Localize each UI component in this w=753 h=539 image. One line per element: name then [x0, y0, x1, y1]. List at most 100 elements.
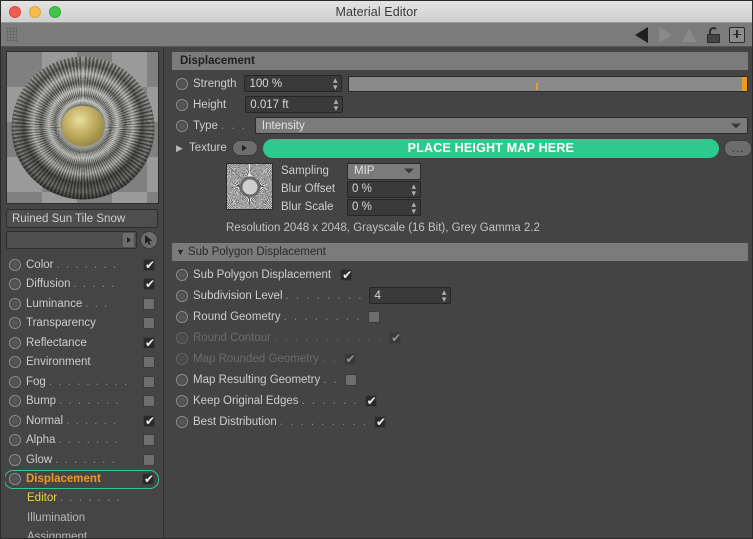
chevron-down-icon	[404, 168, 414, 174]
spd-row-best-distribution: Best Distribution. . . . . . . . .	[164, 411, 752, 432]
channel-item-alpha[interactable]: Alpha. . . . . . .	[5, 431, 159, 451]
channel-checkbox[interactable]	[143, 335, 156, 351]
strength-stepper[interactable]: ▴ ▾	[333, 76, 338, 92]
spd-checkbox[interactable]	[340, 267, 353, 283]
spd-radio[interactable]	[176, 373, 188, 386]
channel-item-diffusion[interactable]: Diffusion. . . . .	[5, 275, 159, 295]
spd-checkbox[interactable]	[374, 414, 387, 430]
plus-button[interactable]	[725, 25, 749, 45]
channel-radio[interactable]	[9, 395, 21, 408]
channel-checkbox[interactable]	[143, 434, 155, 447]
channel-checkbox[interactable]	[143, 356, 155, 369]
spd-radio[interactable]	[176, 268, 188, 281]
spd-radio[interactable]	[176, 394, 188, 407]
spd-radio[interactable]	[176, 415, 188, 428]
spd-radio[interactable]	[176, 289, 188, 302]
channel-label: Glow	[26, 453, 53, 466]
channel-item-glow[interactable]: Glow. . . . . . .	[5, 450, 159, 470]
channel-item-displacement[interactable]: Displacement	[5, 469, 159, 489]
strength-radio[interactable]	[176, 77, 188, 90]
texture-more-button[interactable]: ...	[724, 139, 752, 157]
subdivision-level-input[interactable]: 4 ▴ ▾	[369, 287, 452, 304]
channel-checkbox[interactable]	[143, 317, 155, 330]
channel-checkbox[interactable]	[143, 276, 156, 292]
search-dropdown-arrow-icon[interactable]	[123, 233, 134, 247]
channel-item-color[interactable]: Color. . . . . . .	[5, 255, 159, 275]
back-arrow-icon[interactable]	[629, 25, 653, 45]
blur-scale-stepper[interactable]: ▴ ▾	[411, 199, 416, 215]
height-input[interactable]: 0.017 ft ▴ ▾	[245, 96, 344, 113]
place-height-map-banner[interactable]: PLACE HEIGHT MAP HERE	[262, 138, 719, 158]
blur-scale-value: 0 %	[352, 201, 372, 213]
channel-checkbox[interactable]	[143, 375, 155, 388]
channel-checkbox[interactable]	[143, 257, 156, 273]
grip-handle-icon[interactable]	[6, 27, 17, 42]
channel-label: Bump	[26, 395, 57, 408]
strength-input[interactable]: 100 % ▴ ▾	[244, 75, 343, 92]
lock-icon[interactable]	[701, 25, 725, 45]
channel-item-reflectance[interactable]: Reflectance	[5, 333, 159, 353]
sub-item-dots: . . . . . . .	[60, 492, 122, 505]
strength-value: 100 %	[249, 77, 283, 90]
channel-item-environment[interactable]: Environment	[5, 353, 159, 373]
pick-cursor-icon[interactable]	[140, 231, 158, 249]
channel-checkbox[interactable]	[143, 297, 155, 310]
channel-radio[interactable]	[9, 356, 21, 369]
up-arrow-icon[interactable]	[677, 25, 701, 45]
channel-dots: . . .	[85, 297, 109, 310]
spd-radio[interactable]	[176, 310, 188, 323]
texture-arrow-button[interactable]	[231, 140, 258, 156]
preview-center-core	[61, 105, 104, 146]
channel-item-luminance[interactable]: Luminance. . .	[5, 294, 159, 314]
spd-dots: . .	[323, 373, 339, 386]
channel-radio[interactable]	[9, 297, 21, 310]
height-radio[interactable]	[176, 98, 188, 111]
sub-item-assignment[interactable]: Assignment	[5, 528, 159, 538]
strength-slider-handle[interactable]	[742, 76, 747, 91]
texture-thumbnail[interactable]	[226, 163, 273, 210]
sub-polygon-section-header[interactable]: ▼ Sub Polygon Displacement	[172, 243, 748, 261]
strength-row: Strength 100 % ▴ ▾	[164, 73, 752, 94]
channel-item-fog[interactable]: Fog. . . . . . . . .	[5, 372, 159, 392]
sub-item-illumination[interactable]: Illumination	[5, 508, 159, 528]
channel-radio[interactable]	[9, 414, 21, 427]
channel-radio[interactable]	[9, 336, 21, 349]
channel-checkbox[interactable]	[143, 453, 155, 466]
subdivision-level-stepper[interactable]: ▴ ▾	[442, 288, 447, 304]
spd-label: Map Rounded Geometry	[193, 352, 319, 365]
blur-offset-stepper[interactable]: ▴ ▾	[411, 181, 416, 197]
channel-radio[interactable]	[9, 453, 21, 466]
forward-arrow-icon[interactable]	[653, 25, 677, 45]
type-radio[interactable]	[176, 119, 188, 132]
blur-offset-label: Blur Offset	[281, 183, 336, 195]
blur-offset-input[interactable]: 0 % ▴ ▾	[347, 180, 421, 198]
search-input[interactable]	[6, 231, 137, 249]
channel-radio[interactable]	[9, 434, 21, 447]
channel-radio[interactable]	[9, 278, 21, 291]
material-preview[interactable]	[6, 51, 159, 204]
blur-scale-input[interactable]: 0 % ▴ ▾	[347, 198, 421, 216]
channel-radio[interactable]	[9, 317, 21, 330]
channel-radio[interactable]	[9, 258, 21, 271]
material-name-field[interactable]: Ruined Sun Tile Snow	[6, 209, 158, 228]
sampling-dropdown[interactable]: MIP	[347, 162, 421, 180]
channel-checkbox[interactable]	[143, 413, 156, 429]
channel-item-normal[interactable]: Normal. . . . . .	[5, 411, 159, 431]
type-dropdown[interactable]: Intensity	[254, 117, 748, 134]
channel-radio[interactable]	[9, 375, 21, 388]
strength-slider[interactable]	[348, 75, 748, 92]
sub-item-editor[interactable]: Editor. . . . . . .	[5, 489, 159, 509]
texture-disclosure-icon[interactable]: ▶	[176, 143, 184, 154]
type-label: Type	[193, 119, 218, 132]
channel-radio[interactable]	[9, 473, 21, 485]
channel-checkbox[interactable]	[143, 395, 155, 408]
channel-label: Normal	[26, 414, 64, 427]
spd-checkbox[interactable]	[344, 373, 357, 386]
spd-checkbox[interactable]	[364, 393, 378, 409]
spd-checkbox[interactable]	[367, 310, 380, 323]
height-stepper[interactable]: ▴ ▾	[334, 97, 339, 113]
channel-checkbox[interactable]	[142, 471, 155, 487]
channel-item-bump[interactable]: Bump. . . . . . .	[5, 392, 159, 412]
channel-item-transparency[interactable]: Transparency	[5, 314, 159, 334]
type-dots: . . .	[220, 119, 247, 132]
